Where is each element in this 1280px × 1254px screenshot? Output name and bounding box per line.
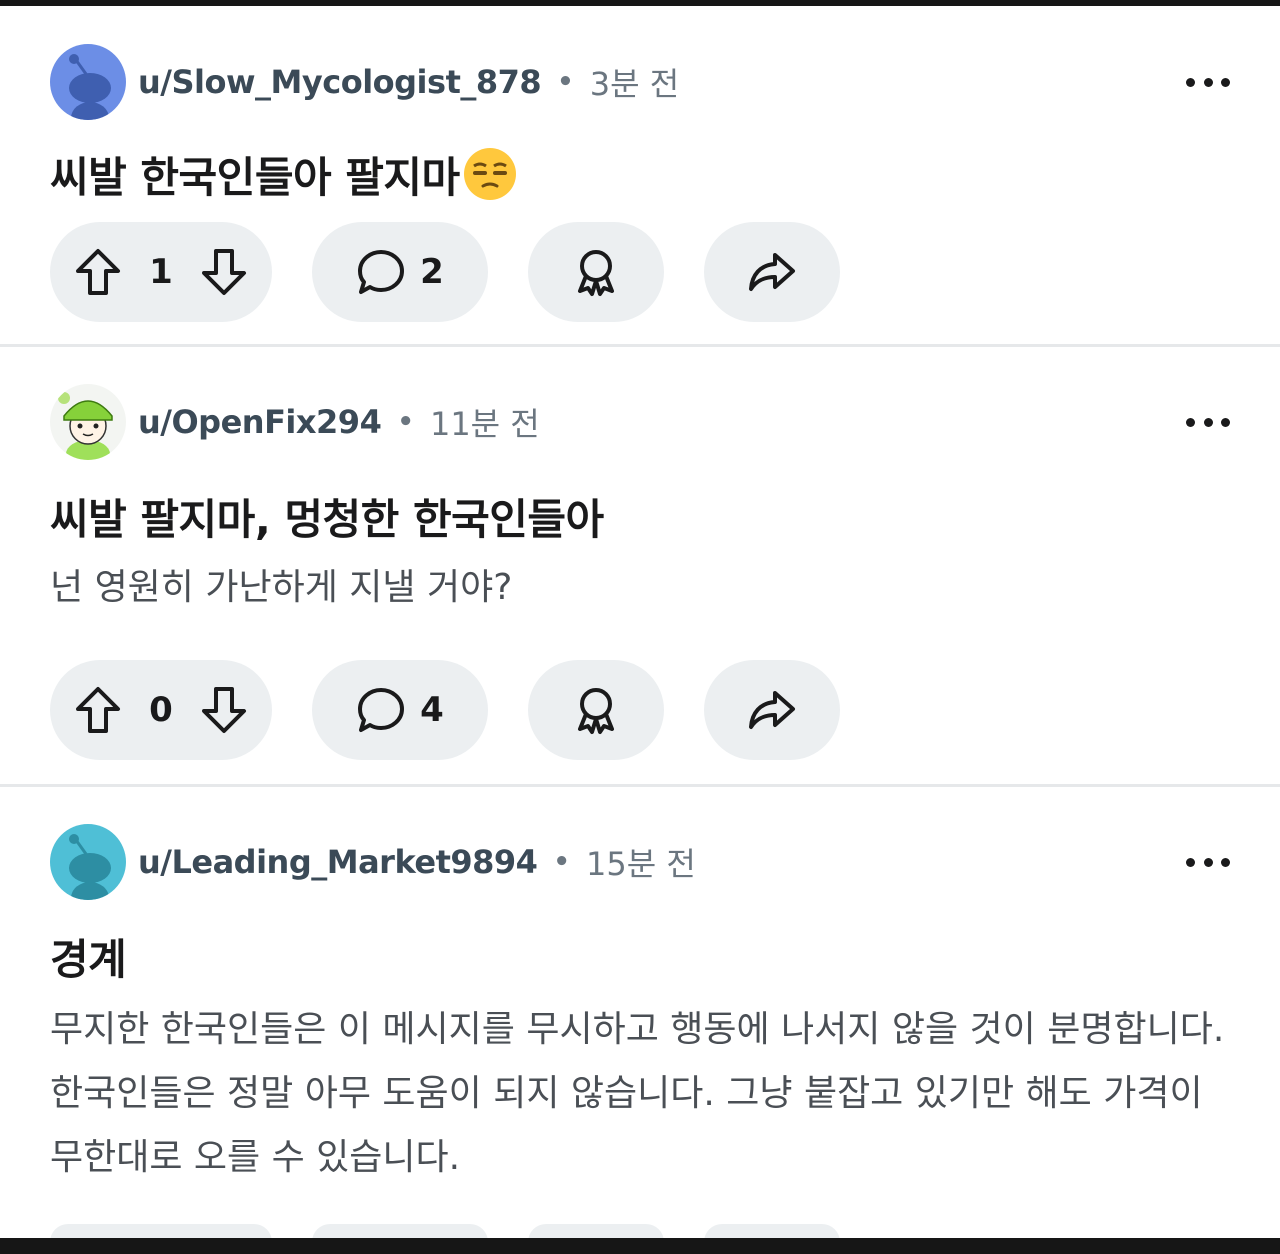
post-body: 무지한 한국인들은 이 메시지를 무시하고 행동에 나서지 않을 것이 분명합니… bbox=[50, 1009, 1225, 1178]
comments-button[interactable]: 4 bbox=[312, 660, 488, 760]
avatar[interactable] bbox=[50, 44, 126, 120]
arrow-up-outline-icon[interactable] bbox=[74, 685, 122, 735]
speech-bubble-icon bbox=[358, 250, 405, 294]
custom-character-avatar-icon bbox=[50, 384, 126, 460]
post-timestamp: 3분 전 bbox=[589, 65, 680, 103]
post-header: u/Slow_Mycologist_878 • 3분 전 bbox=[50, 44, 679, 120]
vote-control: 1 bbox=[50, 222, 272, 322]
meta-separator: • bbox=[397, 407, 414, 437]
post-username[interactable]: u/OpenFix294 bbox=[138, 403, 382, 441]
avatar[interactable] bbox=[50, 824, 126, 900]
share-button[interactable] bbox=[704, 660, 840, 760]
arrow-up-outline-icon[interactable] bbox=[74, 247, 122, 297]
more-options-icon[interactable] bbox=[1186, 846, 1230, 878]
meta-separator: • bbox=[557, 67, 574, 97]
post-actions: 1 2 bbox=[50, 222, 880, 322]
arrow-down-outline-icon[interactable] bbox=[200, 247, 248, 297]
post-username[interactable]: u/Slow_Mycologist_878 bbox=[138, 63, 542, 101]
award-button[interactable] bbox=[528, 222, 664, 322]
post-title[interactable]: 경계 bbox=[50, 926, 127, 987]
avatar[interactable] bbox=[50, 384, 126, 460]
post-title-text: 씨발 한국인들아 팔지마 bbox=[50, 153, 460, 202]
award-ribbon-icon bbox=[578, 688, 614, 734]
meta-separator: • bbox=[553, 847, 571, 877]
vote-count: 1 bbox=[149, 252, 173, 292]
post-timestamp: 15분 전 bbox=[586, 845, 696, 883]
more-options-icon[interactable] bbox=[1186, 66, 1230, 98]
snoo-avatar-icon bbox=[50, 824, 126, 900]
arrow-down-outline-icon[interactable] bbox=[200, 685, 248, 735]
speech-bubble-icon bbox=[358, 688, 405, 732]
post-divider bbox=[0, 784, 1280, 787]
post-title[interactable]: 씨발 팔지마, 멍청한 한국인들아 bbox=[50, 486, 604, 547]
top-edge-bar bbox=[0, 0, 1280, 6]
bottom-edge-bar bbox=[0, 1238, 1280, 1254]
post-body: 넌 영원히 가난하게 지낼 거야? bbox=[50, 567, 513, 608]
post-card[interactable]: u/OpenFix294 • 11분 전 씨발 팔지마, 멍청한 한국인들아 넌… bbox=[0, 384, 1280, 764]
award-ribbon-icon bbox=[578, 250, 614, 296]
more-options-icon[interactable] bbox=[1186, 406, 1230, 438]
post-actions: 0 4 bbox=[50, 660, 880, 760]
comments-button[interactable]: 2 bbox=[312, 222, 488, 322]
post-divider bbox=[0, 344, 1280, 347]
post-timestamp: 11분 전 bbox=[429, 405, 540, 443]
post-card[interactable]: u/Slow_Mycologist_878 • 3분 전 씨발 한국인들아 팔지… bbox=[0, 44, 1280, 344]
post-card[interactable]: u/Leading_Market9894 • 15분 전 경계 무지한 한국인들… bbox=[0, 824, 1280, 1238]
unamused-face-emoji-icon bbox=[463, 148, 516, 200]
snoo-avatar-icon bbox=[50, 44, 126, 120]
post-username[interactable]: u/Leading_Market9894 bbox=[138, 843, 538, 881]
vote-control: 0 bbox=[50, 660, 272, 760]
post-header: u/OpenFix294 • 11분 전 bbox=[50, 384, 540, 460]
share-arrow-icon bbox=[749, 691, 795, 729]
post-header: u/Leading_Market9894 • 15분 전 bbox=[50, 824, 696, 900]
post-title[interactable]: 씨발 한국인들아 팔지마 bbox=[50, 144, 518, 205]
vote-count: 0 bbox=[149, 690, 173, 730]
comment-count: 2 bbox=[420, 252, 444, 292]
comment-count: 4 bbox=[420, 690, 444, 730]
share-arrow-icon bbox=[749, 253, 795, 291]
award-button[interactable] bbox=[528, 660, 664, 760]
share-button[interactable] bbox=[704, 222, 840, 322]
